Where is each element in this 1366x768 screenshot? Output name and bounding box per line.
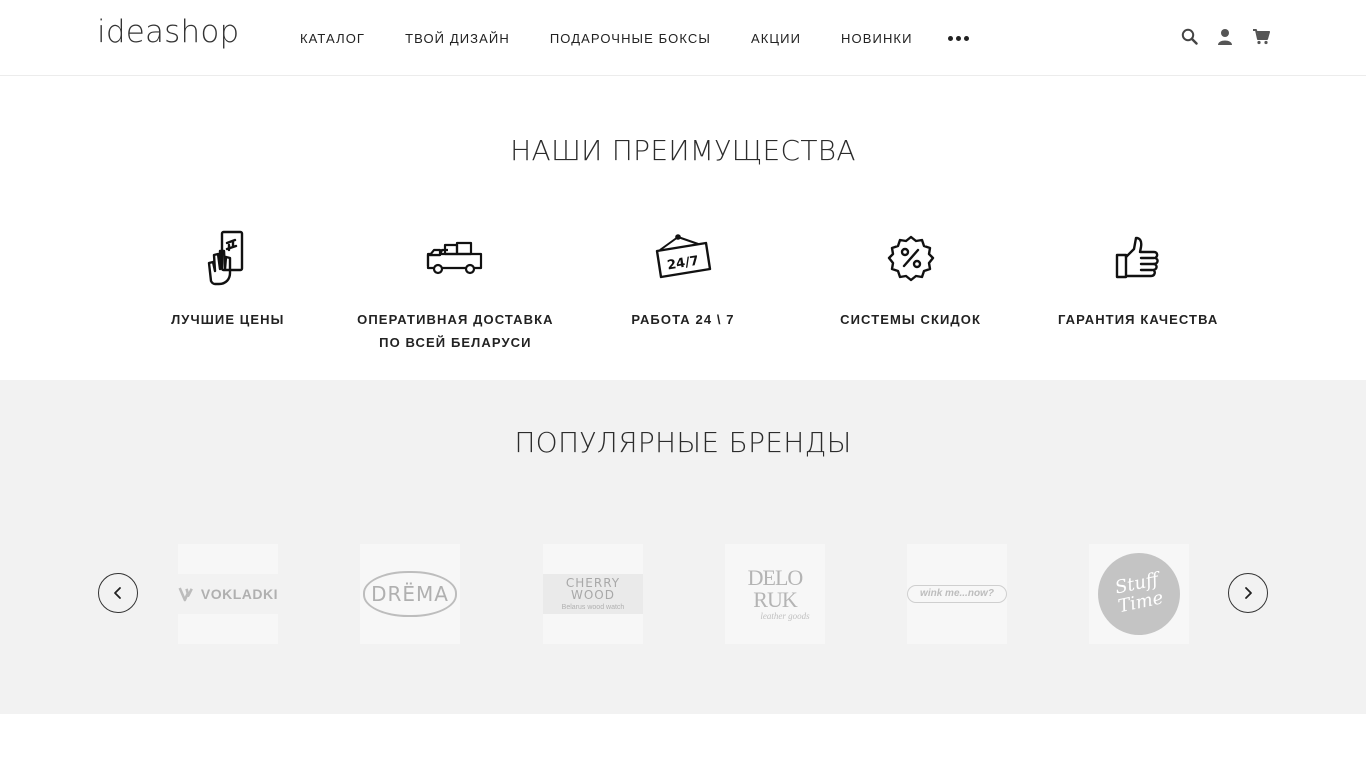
money-hand-icon [193, 226, 263, 290]
brand-logo-cherry-wood[interactable]: CHERRY WOOD Belarus wood watch [543, 544, 643, 644]
thumbs-up-icon [1103, 226, 1173, 290]
advantage-label: РАБОТА 24 \ 7 [631, 312, 735, 327]
discount-badge-icon [876, 226, 946, 290]
advantage-label: ОПЕРАТИВНАЯ ДОСТАВКА ПО ВСЕЙ БЕЛАРУСИ [357, 312, 554, 350]
brand-name: CHERRY WOOD [565, 576, 621, 602]
brand-logo-stuff-time[interactable]: Stuff Time [1089, 544, 1189, 644]
brand-name: wink me...now? [920, 588, 994, 599]
advantage-24-7: 24/7 РАБОТА 24 \ 7 [569, 226, 797, 354]
brands-title: ПОПУЛЯРНЫЕ БРЕНДЫ [514, 426, 852, 459]
brand-name: VOKLADKI [200, 586, 278, 602]
vokladki-logo-icon [178, 587, 193, 602]
advantage-label: СИСТЕМЫ СКИДОК [840, 312, 982, 327]
site-header: ideashop КАТАЛОГ ТВОЙ ДИЗАЙН ПОДАРОЧНЫЕ … [0, 0, 1366, 76]
nav-item-sales[interactable]: АКЦИИ [751, 31, 801, 46]
brand-subtitle: leather goods [760, 611, 810, 621]
brands-carousel: VOKLADKI DRЁMA CHERRY WOOD Belarus wood … [178, 544, 1190, 644]
site-logo[interactable]: ideashop [97, 14, 239, 50]
brand-logo-drema[interactable]: DRЁMA [360, 544, 460, 644]
chevron-right-icon [1245, 587, 1252, 599]
brand-name: DRЁMA [371, 582, 449, 606]
search-icon[interactable] [1180, 26, 1198, 46]
nav-item-new[interactable]: НОВИНКИ [841, 31, 913, 46]
advantages-title: НАШИ ПРЕИМУЩЕСТВА [510, 134, 856, 167]
cart-icon[interactable] [1252, 26, 1270, 46]
advantage-label: ЛУЧШИЕ ЦЕНЫ [171, 312, 285, 327]
advantage-label: ГАРАНТИЯ КАЧЕСТВА [1057, 312, 1219, 327]
nav-item-your-design[interactable]: ТВОЙ ДИЗАЙН [405, 31, 510, 46]
brands-prev-button[interactable] [98, 573, 138, 613]
main-nav: КАТАЛОГ ТВОЙ ДИЗАЙН ПОДАРОЧНЫЕ БОКСЫ АКЦ… [300, 0, 969, 76]
nav-item-catalog[interactable]: КАТАЛОГ [300, 31, 365, 46]
chevron-left-icon [114, 587, 121, 599]
nav-more-icon[interactable] [947, 35, 969, 41]
advantage-best-prices: ЛУЧШИЕ ЦЕНЫ [114, 226, 342, 354]
brand-logo-delo-ruk[interactable]: DELO RUK leather goods [725, 544, 825, 644]
brand-subtitle: Belarus wood watch [561, 604, 625, 611]
sign-24-7-icon: 24/7 [648, 226, 718, 290]
advantage-delivery: ОПЕРАТИВНАЯ ДОСТАВКА ПО ВСЕЙ БЕЛАРУСИ [342, 226, 570, 354]
brand-logo-vokladki[interactable]: VOKLADKI [178, 544, 278, 644]
brand-name: DELO RUK [747, 565, 804, 612]
nav-item-gift-boxes[interactable]: ПОДАРОЧНЫЕ БОКСЫ [550, 31, 711, 46]
delivery-truck-icon [420, 226, 490, 290]
user-icon[interactable] [1216, 26, 1234, 46]
advantage-quality: ГАРАНТИЯ КАЧЕСТВА [1024, 226, 1252, 354]
brand-name: Stuff Time [1113, 569, 1166, 618]
advantage-discounts: СИСТЕМЫ СКИДОК [797, 226, 1025, 354]
advantages-list: ЛУЧШИЕ ЦЕНЫ ОПЕРАТИВНАЯ ДОСТАВКА ПО ВСЕЙ… [114, 226, 1252, 354]
brand-logo-wink-me-now[interactable]: wink me...now? [907, 544, 1007, 644]
header-actions [1180, 26, 1270, 46]
brands-section: ПОПУЛЯРНЫЕ БРЕНДЫ VOKLADKI DRЁMA CHERRY … [0, 380, 1366, 714]
brands-next-button[interactable] [1228, 573, 1268, 613]
